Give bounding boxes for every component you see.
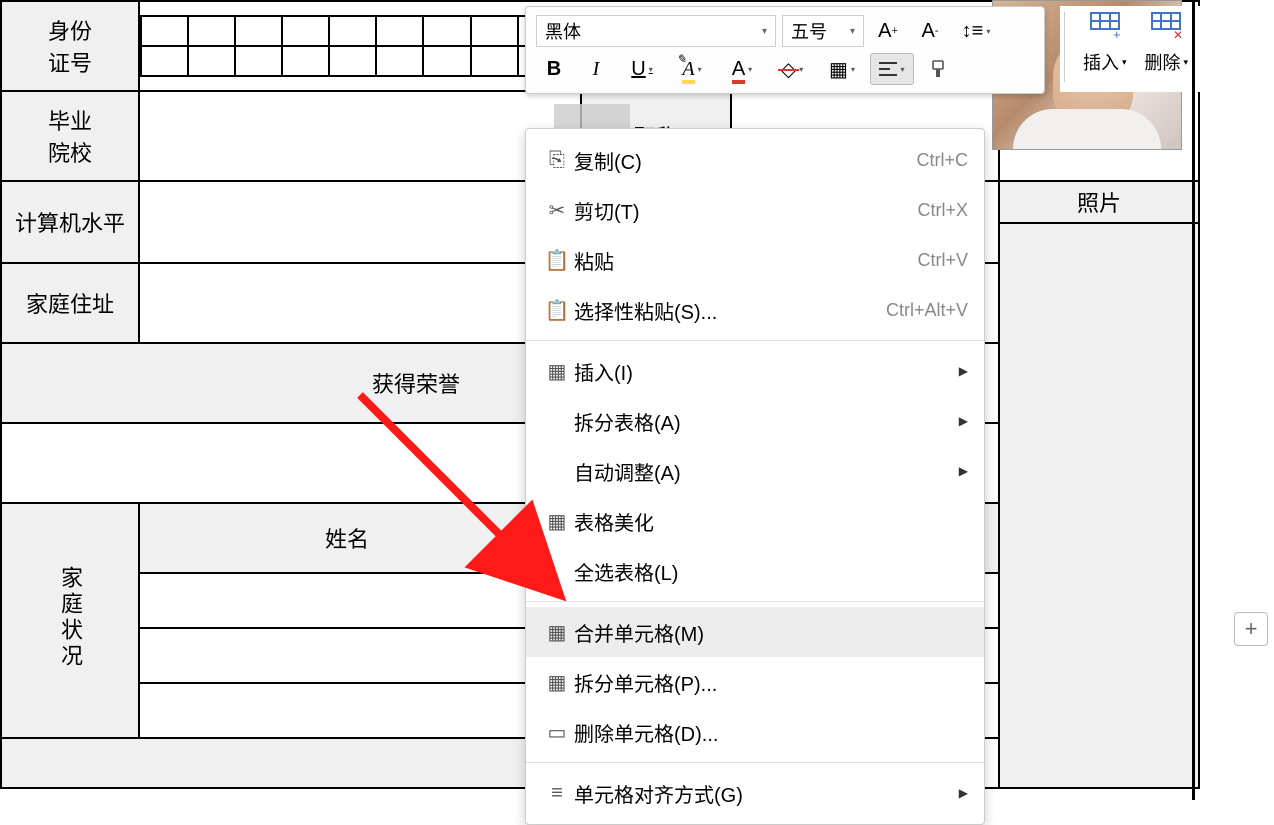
add-button[interactable]: + bbox=[1234, 612, 1268, 646]
menu-item-label: 自动调整(A) bbox=[574, 457, 959, 486]
label-family: 家庭状况 bbox=[1, 503, 139, 738]
menu-item-icon: ✂ bbox=[540, 198, 574, 223]
context-menu-item[interactable]: 📋选择性粘贴(S)...Ctrl+Alt+V bbox=[526, 285, 984, 335]
menu-item-label: 插入(I) bbox=[574, 357, 959, 386]
table-tools-buttons: + 插入▾ ✕ 删除▾ bbox=[1060, 6, 1200, 92]
menu-item-icon: ⎘ bbox=[540, 149, 574, 172]
label-name: 姓名 bbox=[139, 503, 555, 573]
menu-item-shortcut: Ctrl+C bbox=[916, 150, 968, 171]
bold-button[interactable]: B bbox=[536, 53, 572, 85]
align-left-button[interactable]: ▾ bbox=[870, 53, 914, 85]
context-menu-item[interactable]: ▦表格美化 bbox=[526, 496, 984, 546]
table-insert-button[interactable]: + 插入▾ bbox=[1083, 12, 1127, 82]
menu-item-label: 表格美化 bbox=[574, 507, 968, 536]
context-menu-item[interactable]: ▦合并单元格(M) bbox=[526, 607, 984, 657]
submenu-arrow-icon: ▶ bbox=[959, 414, 968, 428]
menu-item-icon: ▦ bbox=[540, 620, 574, 645]
menu-item-label: 剪切(T) bbox=[574, 196, 917, 225]
page-boundary bbox=[1192, 0, 1195, 800]
context-menu-separator bbox=[526, 762, 984, 763]
grow-font-button[interactable]: A+ bbox=[870, 15, 906, 47]
submenu-arrow-icon: ▶ bbox=[959, 364, 968, 378]
context-menu-item[interactable]: ·全选表格(L) bbox=[526, 546, 984, 596]
menu-item-shortcut: Ctrl+Alt+V bbox=[886, 300, 968, 321]
context-menu-item[interactable]: ▦插入(I)▶ bbox=[526, 346, 984, 396]
svg-text:✕: ✕ bbox=[1173, 28, 1181, 38]
underline-button[interactable]: U▾ bbox=[620, 53, 664, 85]
menu-item-label: 复制(C) bbox=[574, 146, 916, 175]
menu-item-label: 拆分单元格(P)... bbox=[574, 668, 968, 697]
submenu-arrow-icon: ▶ bbox=[959, 786, 968, 800]
svg-text:+: + bbox=[1113, 27, 1120, 38]
menu-item-icon: 📋 bbox=[540, 248, 574, 273]
menu-item-label: 单元格对齐方式(G) bbox=[574, 779, 959, 808]
context-menu-item[interactable]: ▭删除单元格(D)... bbox=[526, 707, 984, 757]
label-grad: 毕业 院校 bbox=[1, 91, 139, 181]
context-menu-item[interactable]: ≡单元格对齐方式(G)▶ bbox=[526, 768, 984, 818]
menu-item-label: 合并单元格(M) bbox=[574, 618, 968, 647]
menu-item-icon: ▭ bbox=[540, 720, 574, 745]
shrink-font-button[interactable]: A- bbox=[912, 15, 948, 47]
italic-button[interactable]: I bbox=[578, 53, 614, 85]
menu-item-icon: ▦ bbox=[540, 509, 574, 534]
mini-formatting-toolbar: 黑体▾ 五号▾ A+ A- ↕≡▾ B I U▾ A✎ ▾ A ▾ ◇ ▾ ▦▾… bbox=[525, 6, 1045, 94]
format-painter-button[interactable] bbox=[920, 53, 956, 85]
context-menu: ⎘复制(C)Ctrl+C✂剪切(T)Ctrl+X📋粘贴Ctrl+V📋选择性粘贴(… bbox=[525, 128, 985, 825]
context-menu-separator bbox=[526, 340, 984, 341]
highlight-color-button[interactable]: A✎ ▾ bbox=[670, 53, 714, 85]
label-photo: 照片 bbox=[999, 181, 1199, 223]
font-color-button[interactable]: A ▾ bbox=[720, 53, 764, 85]
context-menu-item[interactable]: ·自动调整(A)▶ bbox=[526, 446, 984, 496]
submenu-arrow-icon: ▶ bbox=[959, 464, 968, 478]
label-id: 身份 证号 bbox=[1, 1, 139, 91]
font-size-select[interactable]: 五号▾ bbox=[782, 15, 864, 47]
label-address: 家庭住址 bbox=[1, 263, 139, 343]
menu-item-icon: 📋 bbox=[540, 298, 574, 323]
context-menu-separator bbox=[526, 601, 984, 602]
context-menu-item[interactable]: ✂剪切(T)Ctrl+X bbox=[526, 185, 984, 235]
table-insert-icon: + bbox=[1090, 12, 1120, 45]
context-menu-item[interactable]: ·拆分表格(A)▶ bbox=[526, 396, 984, 446]
menu-item-label: 删除单元格(D)... bbox=[574, 718, 968, 747]
table-delete-icon: ✕ bbox=[1151, 12, 1181, 45]
menu-item-label: 拆分表格(A) bbox=[574, 407, 959, 436]
label-computer: 计算机水平 bbox=[1, 181, 139, 263]
line-spacing-button[interactable]: ↕≡▾ bbox=[954, 15, 998, 47]
table-delete-button[interactable]: ✕ 删除▾ bbox=[1145, 12, 1189, 82]
context-menu-item[interactable]: 📋粘贴Ctrl+V bbox=[526, 235, 984, 285]
menu-item-shortcut: Ctrl+X bbox=[917, 200, 968, 221]
menu-item-label: 选择性粘贴(S)... bbox=[574, 296, 886, 325]
menu-item-icon: ≡ bbox=[540, 782, 574, 805]
context-menu-item[interactable]: ▦拆分单元格(P)... bbox=[526, 657, 984, 707]
menu-item-icon: ▦ bbox=[540, 670, 574, 695]
menu-item-shortcut: Ctrl+V bbox=[917, 250, 968, 271]
menu-item-label: 粘贴 bbox=[574, 246, 917, 275]
context-menu-item[interactable]: ⎘复制(C)Ctrl+C bbox=[526, 135, 984, 185]
font-family-select[interactable]: 黑体▾ bbox=[536, 15, 776, 47]
menu-item-icon: ▦ bbox=[540, 359, 574, 384]
menu-item-label: 全选表格(L) bbox=[574, 557, 968, 586]
borders-button[interactable]: ▦▾ bbox=[820, 53, 864, 85]
eraser-button[interactable]: ◇ ▾ bbox=[770, 53, 814, 85]
